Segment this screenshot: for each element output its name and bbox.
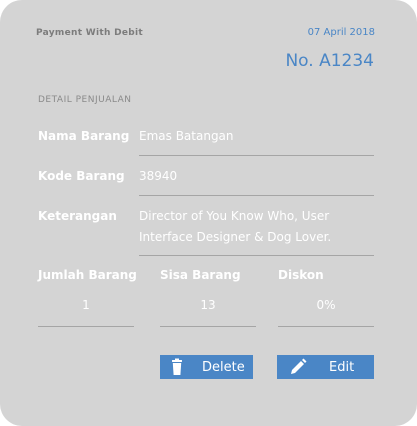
diskon-label: Diskon (278, 268, 324, 282)
keterangan-value: Director of You Know Who, User Interface… (139, 209, 332, 244)
edit-button[interactable]: Edit (277, 355, 374, 379)
invoice-number: No. A1234 (285, 51, 374, 71)
payment-card: Payment With Debit 07 April 2018 No. A12… (0, 0, 417, 426)
pencil-icon (289, 358, 307, 376)
kode-barang-label: Kode Barang (38, 169, 125, 183)
delete-button[interactable]: Delete (160, 355, 253, 379)
keterangan-label: Keterangan (38, 209, 117, 223)
jumlah-barang-label: Jumlah Barang (38, 268, 137, 282)
kode-barang-value: 38940 (139, 169, 178, 183)
sisa-barang-label: Sisa Barang (160, 268, 241, 282)
nama-barang-value: Emas Batangan (139, 129, 234, 143)
jumlah-barang-value: 1 (82, 298, 90, 312)
diskon-underline (278, 326, 374, 327)
diskon-value: 0% (316, 298, 336, 312)
nama-barang-underline (139, 155, 374, 156)
jumlah-barang-underline (38, 326, 134, 327)
card-title: Payment With Debit (36, 28, 144, 38)
sisa-barang-value: 13 (200, 298, 216, 312)
delete-button-label: Delete (202, 359, 245, 375)
nama-barang-label: Nama Barang (38, 129, 130, 143)
sisa-barang-underline (160, 326, 256, 327)
section-title: DETAIL PENJUALAN (38, 95, 132, 105)
payment-date: 07 April 2018 (307, 27, 375, 38)
keterangan-underline (139, 255, 374, 256)
trash-icon (168, 358, 186, 376)
edit-button-label: Edit (329, 359, 355, 375)
kode-barang-underline (139, 195, 374, 196)
